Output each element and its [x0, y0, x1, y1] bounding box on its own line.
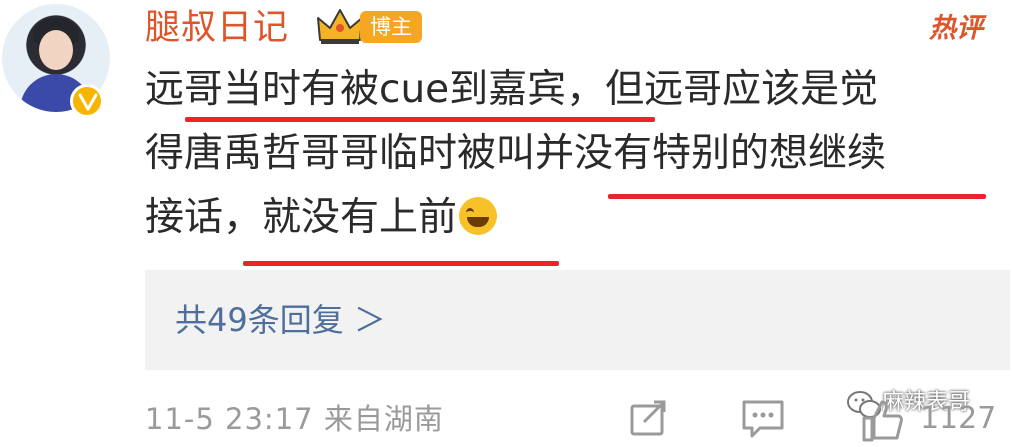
view-replies-link[interactable]: 共49条回复 ＞	[175, 297, 386, 343]
username[interactable]: 腿叔日记	[145, 6, 289, 50]
highlight-underline-2	[608, 194, 986, 199]
crown-icon	[317, 9, 363, 44]
laugh-cry-emoji-icon	[459, 197, 498, 235]
hot-comment-label: 热评	[929, 13, 983, 44]
comment-line-1: 远哥当时有被cue到嘉宾，但远哥应该是觉	[145, 67, 879, 112]
highlight-underline-1	[185, 117, 655, 122]
comment-icon[interactable]	[740, 398, 786, 440]
avatar-face	[39, 30, 73, 70]
blogger-badge: 博主	[360, 11, 422, 43]
comment-line-3-text: 接话，就没有上前	[145, 195, 458, 240]
timestamp: 11-5 23:17	[145, 402, 314, 436]
location: 来自湖南	[323, 402, 444, 436]
verified-badge-icon	[70, 84, 104, 118]
share-icon[interactable]	[628, 398, 672, 438]
reply-box[interactable]: 共49条回复 ＞	[145, 270, 1010, 370]
like-count: 1127	[920, 401, 997, 436]
comment-text: 远哥当时有被cue到嘉宾，但远哥应该是觉 得唐禹哲哥哥临时被叫并没有特别的想继续…	[145, 58, 1007, 250]
comment-meta: 11-5 23:17 来自湖南	[145, 398, 444, 440]
like-icon[interactable]	[860, 398, 904, 442]
comment-line-2: 得唐禹哲哥哥临时被叫并没有特别的想继续	[145, 131, 887, 176]
highlight-underline-3	[243, 261, 559, 266]
